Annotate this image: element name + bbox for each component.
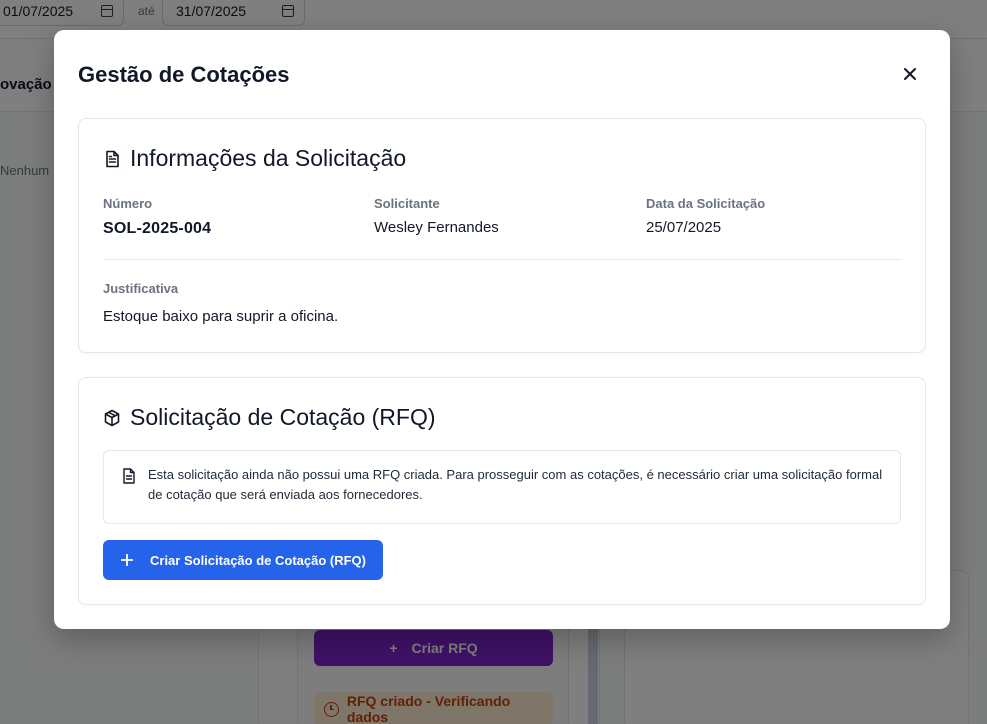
close-button[interactable]: [900, 64, 920, 84]
request-info-card: Informações da Solicitação Número SOL-20…: [78, 118, 926, 353]
create-rfq-button[interactable]: Criar Solicitação de Cotação (RFQ): [103, 540, 383, 580]
solicitante-value: Wesley Fernandes: [374, 219, 499, 236]
numero-label: Número: [103, 196, 153, 211]
modal-title: Gestão de Cotações: [78, 62, 290, 87]
rfq-title: Solicitação de Cotação (RFQ): [103, 404, 436, 431]
numero-value: SOL-2025-004: [103, 220, 212, 237]
create-rfq-button-label: Criar Solicitação de Cotação (RFQ): [150, 552, 366, 568]
request-info-title: Informações da Solicitação: [103, 145, 406, 172]
rfq-title-text: Solicitação de Cotação (RFQ): [130, 404, 436, 430]
divider: [103, 259, 901, 260]
quotation-management-modal: Gestão de Cotações Informações da Solici…: [54, 30, 950, 629]
file-text-icon: [123, 468, 135, 484]
data-solicitacao-value: 25/07/2025: [646, 219, 722, 236]
plus-icon: [121, 554, 133, 566]
close-icon: [904, 68, 916, 80]
justificativa-label: Justificativa: [103, 281, 179, 296]
no-rfq-notice-text: Esta solicitação ainda não possui uma RF…: [148, 467, 883, 502]
package-icon: [104, 409, 120, 426]
request-info-title-text: Informações da Solicitação: [130, 145, 407, 171]
no-rfq-notice: Esta solicitação ainda não possui uma RF…: [103, 450, 901, 524]
solicitante-label: Solicitante: [374, 196, 440, 211]
data-solicitacao-label: Data da Solicitação: [646, 196, 766, 211]
justificativa-value: Estoque baixo para suprir a oficina.: [103, 308, 339, 325]
rfq-card: Solicitação de Cotação (RFQ) Esta solici…: [78, 377, 926, 605]
file-text-icon: [106, 150, 119, 167]
